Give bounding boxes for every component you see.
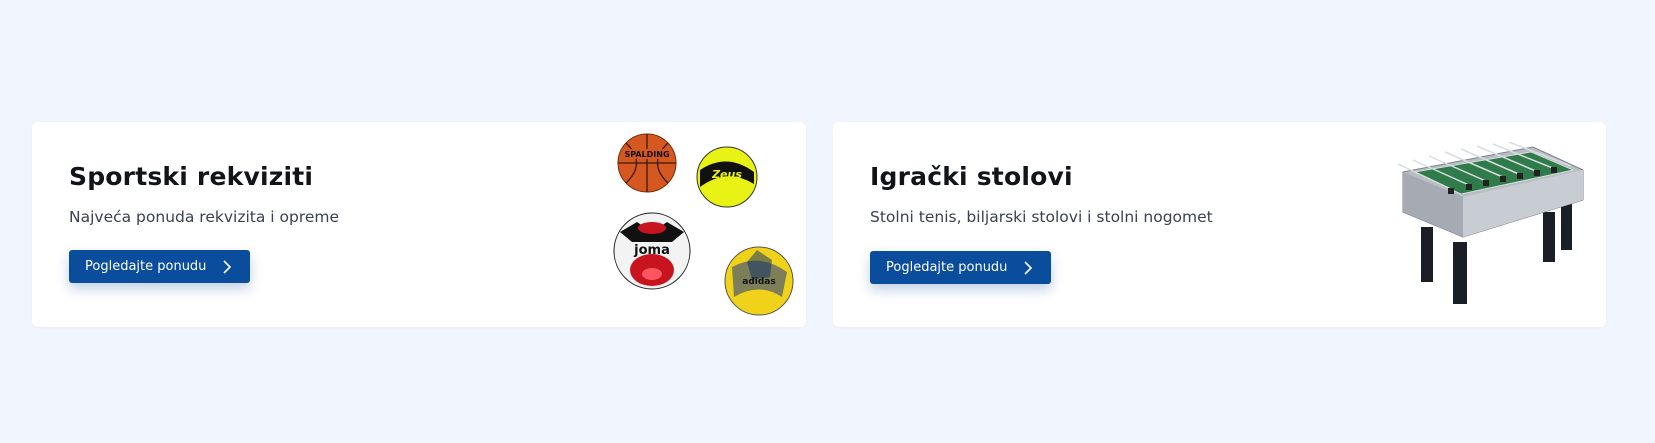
- promo-card-game-tables: Igrački stolovi Stolni tenis, biljarski …: [833, 122, 1606, 327]
- card-title: Sportski rekviziti: [69, 162, 314, 191]
- svg-text:Zeus: Zeus: [711, 168, 742, 181]
- card-subtitle: Najveća ponuda rekvizita i opreme: [69, 208, 340, 226]
- promo-card-sports: Sportski rekviziti Najveća ponuda rekviz…: [32, 122, 806, 327]
- view-offer-button[interactable]: Pogledajte ponudu: [69, 250, 251, 283]
- basketball-icon: SPALDING: [617, 133, 677, 193]
- card-subtitle: Stolni tenis, biljarski stolovi i stolni…: [870, 208, 1213, 226]
- football-icon: joma: [613, 212, 691, 290]
- svg-text:SPALDING: SPALDING: [624, 150, 669, 159]
- card-title: Igrački stolovi: [870, 162, 1073, 191]
- view-offer-button[interactable]: Pogledajte ponudu: [870, 251, 1052, 284]
- chevron-right-icon: [1024, 260, 1033, 275]
- chevron-right-icon: [223, 259, 232, 274]
- volleyball-icon: Zeus: [696, 146, 758, 208]
- football-icon: adidas: [724, 246, 794, 316]
- svg-text:adidas: adidas: [742, 277, 775, 287]
- button-label: Pogledajte ponudu: [85, 259, 207, 274]
- svg-text:joma: joma: [633, 243, 670, 258]
- button-label: Pogledajte ponudu: [886, 260, 1008, 275]
- foosball-table-image: [1397, 142, 1584, 304]
- sports-balls-image: SPALDING Zeus joma adidas: [613, 133, 794, 316]
